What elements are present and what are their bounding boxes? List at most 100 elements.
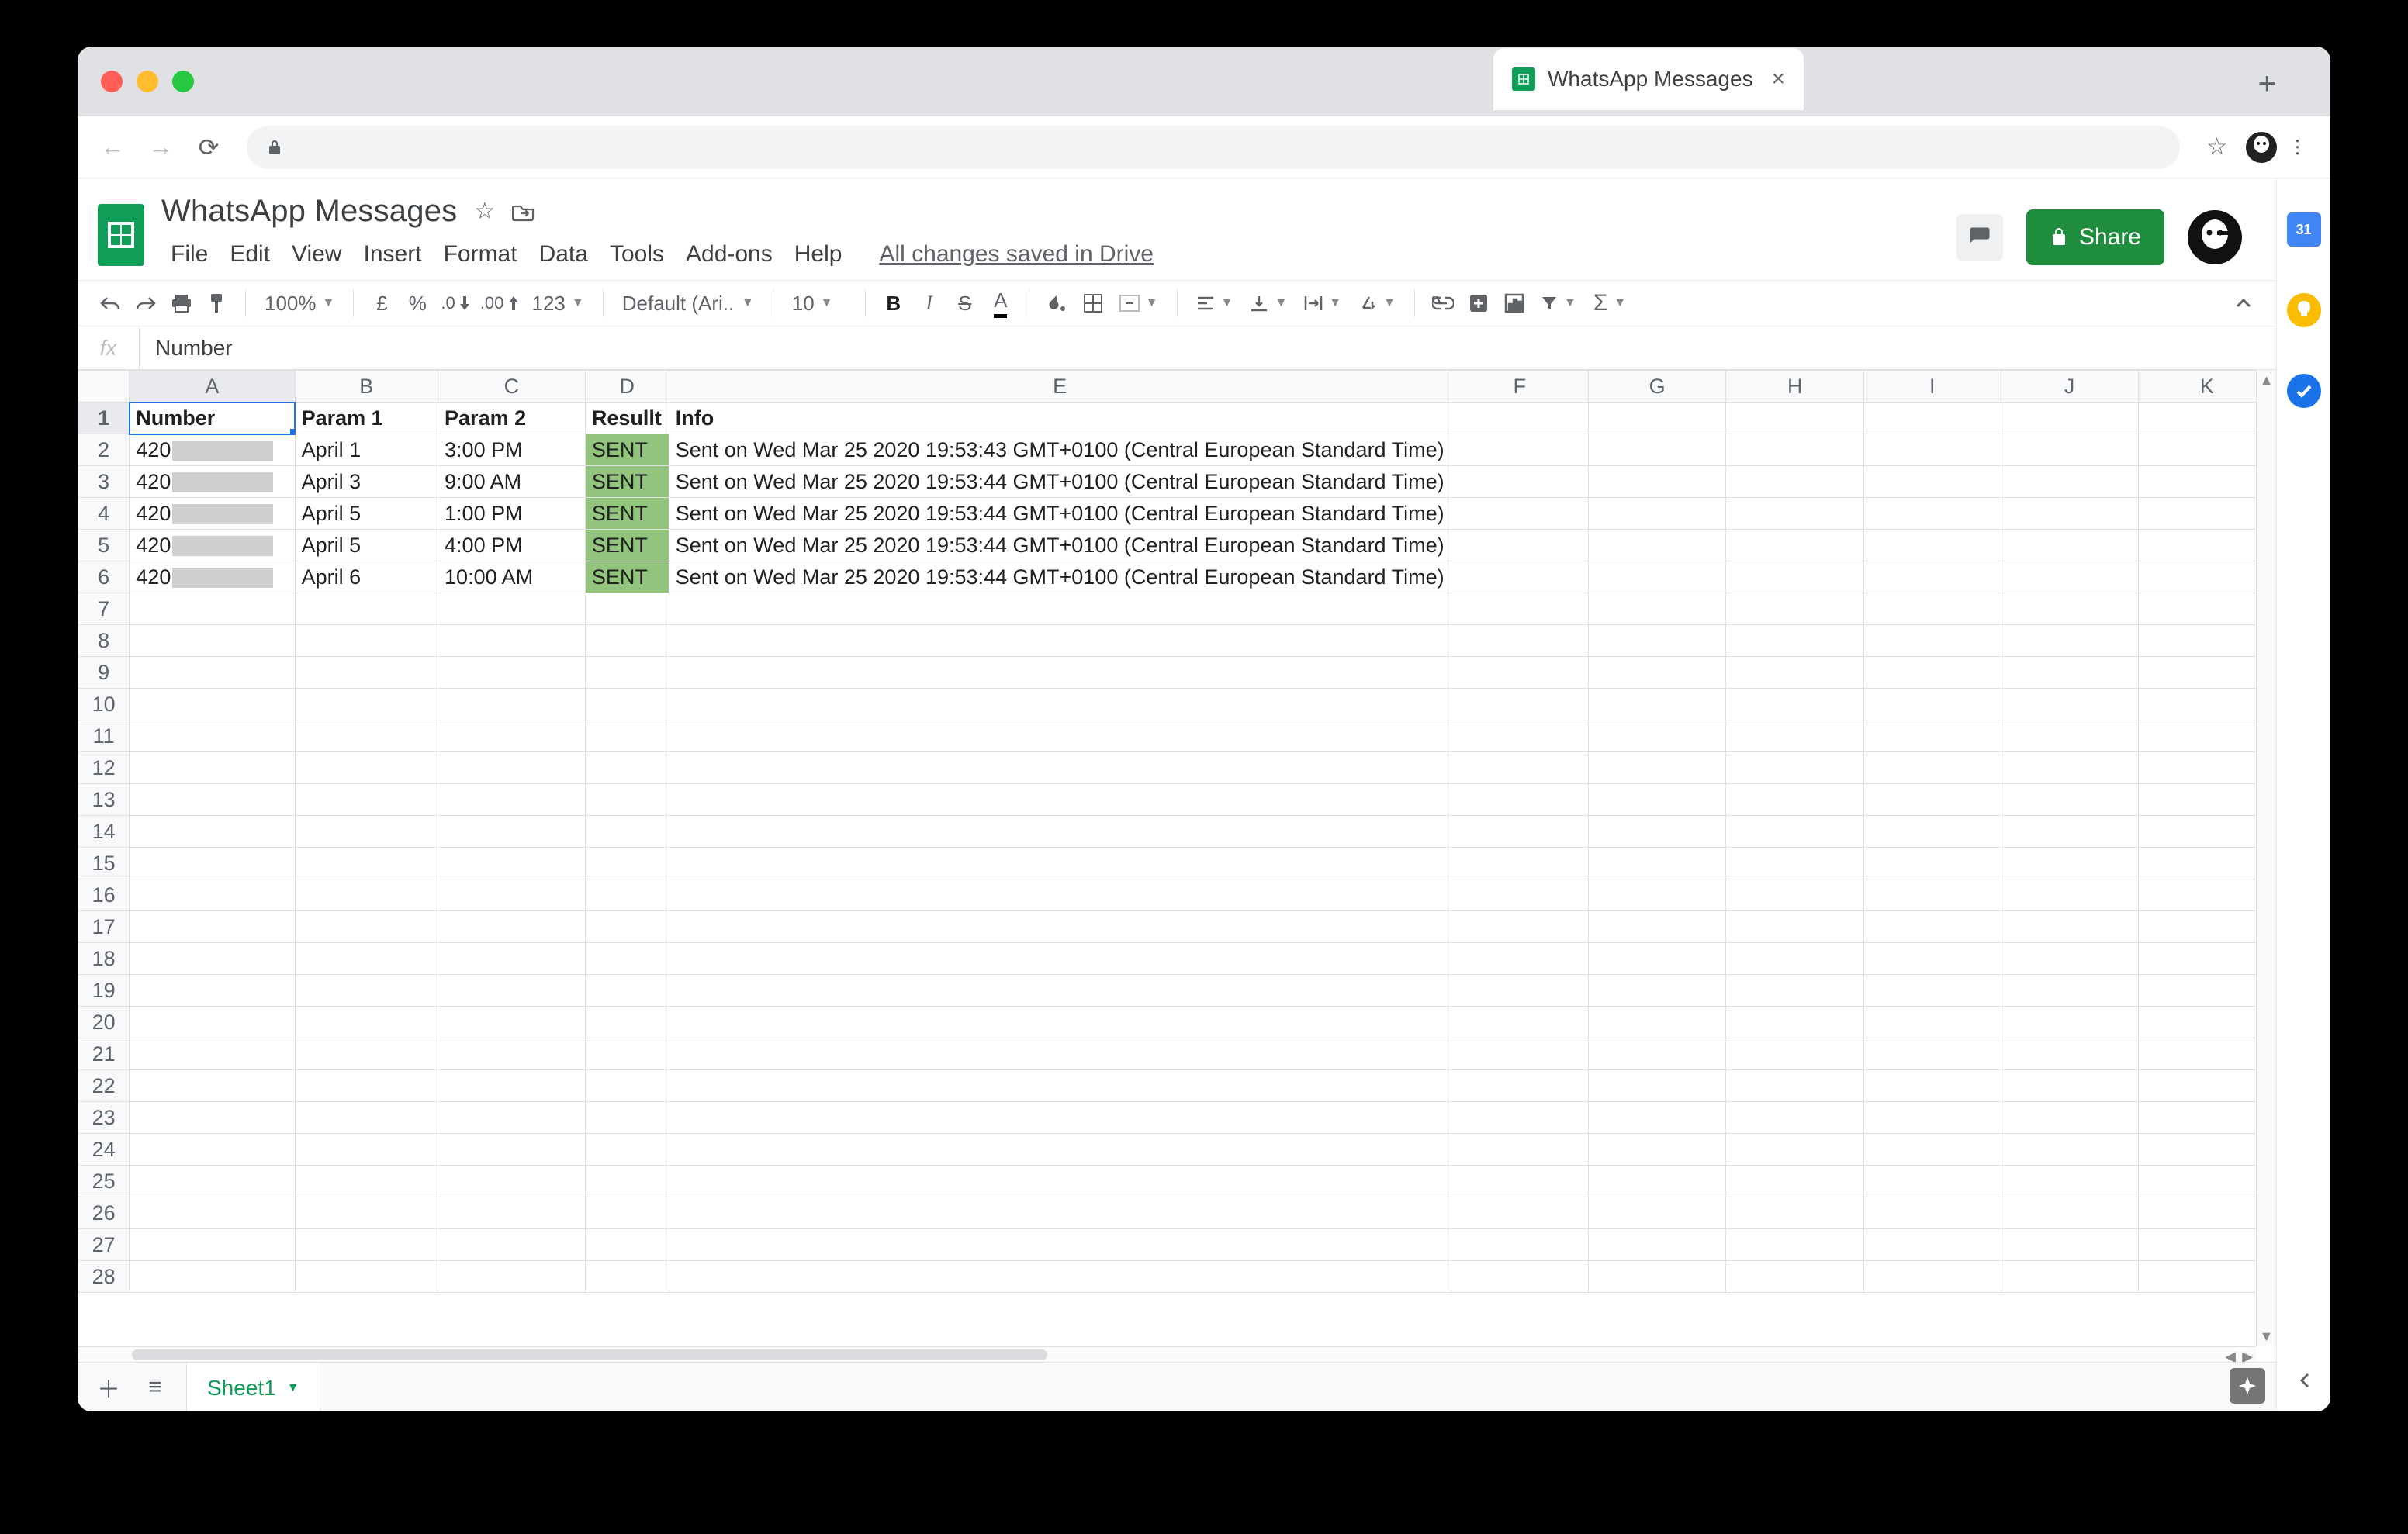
cell[interactable] (585, 1070, 669, 1102)
cell[interactable] (2138, 752, 2275, 784)
close-tab-button[interactable]: × (1771, 66, 1785, 92)
row-header[interactable]: 3 (78, 466, 130, 498)
row-header[interactable]: 17 (78, 911, 130, 943)
cell[interactable] (2138, 1038, 2275, 1070)
cell[interactable] (438, 1007, 586, 1038)
v-align-button[interactable]: ▼ (1242, 295, 1295, 312)
menu-add-ons[interactable]: Add-ons (675, 237, 784, 272)
bold-button[interactable]: B (877, 286, 911, 320)
cell[interactable] (1451, 911, 1588, 943)
cell[interactable] (1588, 879, 1726, 911)
cell[interactable] (1588, 1197, 1726, 1229)
collapse-toolbar-button[interactable] (2226, 286, 2261, 320)
cell[interactable] (2001, 816, 2138, 848)
cell[interactable]: April 1 (295, 434, 438, 466)
horizontal-scrollbar[interactable]: ◀▶ (78, 1346, 2256, 1362)
cell[interactable] (130, 816, 295, 848)
cell[interactable] (1588, 784, 1726, 816)
strikethrough-button[interactable]: S (948, 286, 982, 320)
cell[interactable] (2138, 625, 2275, 657)
paint-format-button[interactable] (200, 286, 234, 320)
cell[interactable] (438, 1038, 586, 1070)
cell[interactable] (130, 689, 295, 720)
cell[interactable] (669, 720, 1451, 752)
cell[interactable] (669, 752, 1451, 784)
cell[interactable]: April 6 (295, 561, 438, 593)
row-header[interactable]: 26 (78, 1197, 130, 1229)
cell[interactable] (438, 1134, 586, 1166)
cell[interactable] (1588, 498, 1726, 530)
cell[interactable] (585, 1197, 669, 1229)
cell[interactable] (2001, 403, 2138, 434)
cell[interactable] (130, 657, 295, 689)
redo-button[interactable] (129, 286, 163, 320)
extension-avatar-icon[interactable] (2246, 132, 2277, 163)
cell[interactable]: Sent on Wed Mar 25 2020 19:53:44 GMT+010… (669, 498, 1451, 530)
cell[interactable] (1726, 1007, 1864, 1038)
close-window-button[interactable] (101, 71, 123, 92)
cell[interactable]: Sent on Wed Mar 25 2020 19:53:43 GMT+010… (669, 434, 1451, 466)
cell[interactable] (2138, 1166, 2275, 1197)
cell[interactable] (1726, 784, 1864, 816)
cell[interactable] (1451, 848, 1588, 879)
cell[interactable] (1863, 403, 2001, 434)
cell[interactable] (1451, 1229, 1588, 1261)
explore-button[interactable] (2230, 1368, 2265, 1404)
spreadsheet-grid[interactable]: ABCDEFGHIJK1NumberParam 1Param 2ResulltI… (78, 370, 2276, 1362)
cell[interactable] (295, 625, 438, 657)
cell[interactable] (1863, 561, 2001, 593)
cell[interactable] (438, 1166, 586, 1197)
fill-color-button[interactable] (1040, 286, 1074, 320)
cell[interactable] (1588, 1102, 1726, 1134)
cell[interactable] (1588, 530, 1726, 561)
increase-decimal-button[interactable]: .00 (476, 286, 523, 320)
cell[interactable] (1863, 720, 2001, 752)
cell[interactable] (1726, 1038, 1864, 1070)
cell[interactable] (438, 943, 586, 975)
cell[interactable] (295, 975, 438, 1007)
column-header-E[interactable]: E (669, 371, 1451, 403)
cell[interactable] (585, 1007, 669, 1038)
cell[interactable] (1726, 752, 1864, 784)
cell[interactable]: April 5 (295, 530, 438, 561)
row-header[interactable]: 5 (78, 530, 130, 561)
cell[interactable] (295, 816, 438, 848)
column-header-H[interactable]: H (1726, 371, 1864, 403)
cell[interactable] (1588, 593, 1726, 625)
cell[interactable] (2001, 657, 2138, 689)
row-header[interactable]: 6 (78, 561, 130, 593)
functions-button[interactable]: Σ▼ (1586, 290, 1634, 316)
cell[interactable] (2001, 625, 2138, 657)
cell[interactable] (669, 879, 1451, 911)
cell[interactable] (1726, 1261, 1864, 1293)
cell[interactable] (669, 1007, 1451, 1038)
cell[interactable] (1863, 975, 2001, 1007)
cell[interactable] (130, 975, 295, 1007)
cell[interactable] (1726, 498, 1864, 530)
cell[interactable] (438, 593, 586, 625)
cell[interactable] (1726, 848, 1864, 879)
cell[interactable] (438, 784, 586, 816)
share-button[interactable]: Share (2026, 209, 2164, 265)
all-sheets-button[interactable]: ≡ (140, 1372, 171, 1403)
merge-cells-button[interactable]: ▼ (1112, 295, 1166, 312)
cell[interactable] (1588, 720, 1726, 752)
cell[interactable] (438, 689, 586, 720)
cell[interactable] (1726, 1197, 1864, 1229)
row-header[interactable]: 12 (78, 752, 130, 784)
cell[interactable] (1588, 1007, 1726, 1038)
cell[interactable] (1451, 879, 1588, 911)
menu-data[interactable]: Data (528, 237, 599, 272)
font-dropdown[interactable]: Default (Ari...▼ (614, 292, 762, 316)
show-side-panel-button[interactable] (2298, 1370, 2313, 1391)
cell[interactable]: SENT (585, 434, 669, 466)
cell[interactable] (1451, 593, 1588, 625)
cell[interactable] (1588, 848, 1726, 879)
cell[interactable] (2001, 1229, 2138, 1261)
menu-help[interactable]: Help (784, 237, 853, 272)
cell[interactable] (2001, 1197, 2138, 1229)
cell[interactable] (669, 784, 1451, 816)
calendar-icon[interactable]: 31 (2287, 212, 2321, 247)
vertical-scrollbar[interactable]: ▲ ▼ (2256, 370, 2276, 1346)
zoom-dropdown[interactable]: 100%▼ (257, 292, 342, 316)
